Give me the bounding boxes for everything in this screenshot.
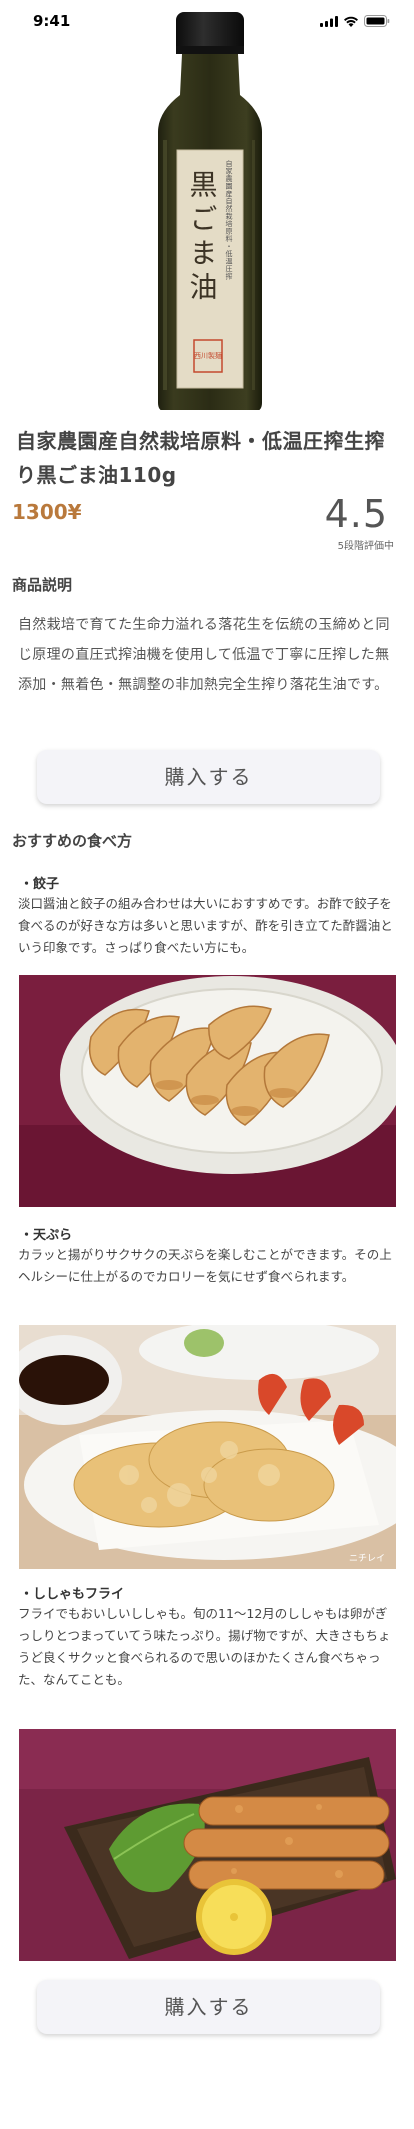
recommend-item-title: ・ししゃもフライ [20, 1587, 125, 1602]
rating-value: 4.5 [324, 492, 388, 536]
recommend-item-text: 淡口醤油と餃子の組み合わせは大いにおすすめです。お酢で餃子を食べるのが好きな方は… [18, 896, 393, 955]
bottle-label-side-text: 自家農園産自然栽培原料・低温圧搾 [225, 159, 233, 280]
shishamo-photo [19, 1729, 396, 1961]
bottle-label-main-text: 黒ごま油 [186, 170, 219, 306]
buy-button-bottom[interactable]: 購入する [37, 1980, 380, 2034]
product-title: 自家農園産自然栽培原料・低温圧搾生搾り黒ごま油110g [16, 429, 385, 487]
recommend-item-text: フライでもおいしいししゃも。旬の11〜12月のししゃもは卵がぎっしりとつまってい… [18, 1606, 391, 1687]
recommend-item-title: ・天ぷら [20, 1228, 73, 1243]
recommend-heading: おすすめの食べ方 [12, 832, 133, 850]
bottle-seal-text: 西川製麺 [194, 351, 222, 360]
recommend-item-title: ・餃子 [20, 877, 60, 892]
product-image: 自家農園産自然栽培原料・低温圧搾 黒ごま油 西川製麺 [158, 12, 262, 410]
gyoza-photo [19, 975, 396, 1207]
tempura-photo: ニチレイ [19, 1325, 396, 1569]
product-price: 1300¥ [12, 500, 82, 524]
buy-button-top[interactable]: 購入する [37, 750, 380, 804]
photo-credit: ニチレイ [349, 1553, 385, 1564]
description-text: 自然栽培で育てた生命力溢れる落花生を伝統の玉締めと同じ原理の直圧式搾油機を使用し… [18, 617, 390, 693]
recommend-item-text: カラッと揚がりサクサクの天ぷらを楽しむことができます。その上ヘルシーに仕上がるの… [18, 1247, 392, 1284]
description-heading: 商品説明 [12, 576, 73, 594]
rating-label: 5段階評価中 [337, 541, 394, 552]
